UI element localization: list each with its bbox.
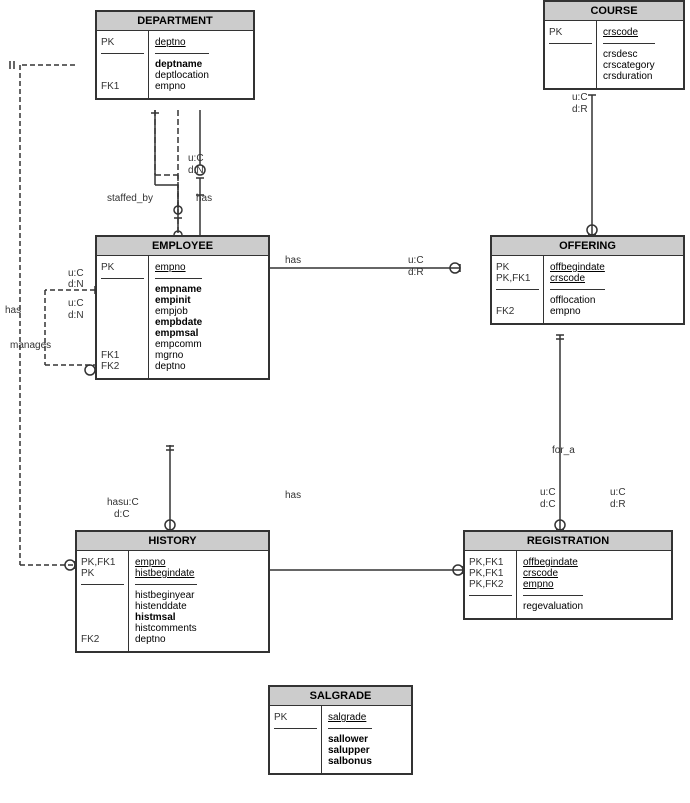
course-crscategory: crscategory <box>603 60 655 71</box>
off-empno: empno <box>550 306 605 317</box>
emp-empno: empno <box>155 262 202 273</box>
label-dr-emp-off: d:R <box>408 267 424 278</box>
emp-empinit: empinit <box>155 295 202 306</box>
reg-pk3-key: PK,FK2 <box>469 579 512 590</box>
sal-salupper: salupper <box>328 745 372 756</box>
dept-deptlocation: deptlocation <box>155 70 209 81</box>
course-crsduration: crsduration <box>603 71 655 82</box>
label-for-a: for_a <box>552 445 575 456</box>
hist-histcomments: histcomments <box>135 623 197 634</box>
registration-title: REGISTRATION <box>465 532 671 551</box>
entity-department: DEPARTMENT PK FK1 deptno dept <box>95 10 255 100</box>
salgrade-title: SALGRADE <box>270 687 411 706</box>
hist-histbegindate: histbegindate <box>135 568 197 579</box>
label-uc-reg1: u:C <box>540 487 556 498</box>
dept-pk-key: PK <box>101 37 144 48</box>
reg-crscode: crscode <box>523 568 583 579</box>
dept-deptno: deptno <box>155 37 209 48</box>
department-title: DEPARTMENT <box>97 12 253 31</box>
entity-registration: REGISTRATION PK,FK1 PK,FK1 PK,FK2 offbeg… <box>463 530 673 620</box>
dept-fk1-key: FK1 <box>101 81 144 92</box>
emp-empjob: empjob <box>155 306 202 317</box>
emp-empcomm: empcomm <box>155 339 202 350</box>
label-has-hist-reg: has <box>285 490 301 501</box>
emp-pk-key: PK <box>101 262 144 273</box>
off-pk2-key: PK,FK1 <box>496 273 539 284</box>
hist-pk2-key: PK <box>81 568 124 579</box>
label-dn-has-top: d:N <box>188 165 204 176</box>
label-dc: d:C <box>114 509 130 520</box>
off-pk1-key: PK <box>496 262 539 273</box>
label-uc-emp-off: u:C <box>408 255 424 266</box>
reg-offbegindate: offbegindate <box>523 557 583 568</box>
label-uc-reg2: u:C <box>610 487 626 498</box>
hist-pk1-key: PK,FK1 <box>81 557 124 568</box>
hist-empno: empno <box>135 557 197 568</box>
entity-employee: EMPLOYEE PK FK1 FK2 <box>95 235 270 380</box>
label-dc-reg1: d:C <box>540 499 556 510</box>
offering-title: OFFERING <box>492 237 683 256</box>
reg-pk2-key: PK,FK1 <box>469 568 512 579</box>
reg-empno: empno <box>523 579 583 590</box>
dept-empno: empno <box>155 81 209 92</box>
course-crsdesc: crsdesc <box>603 49 655 60</box>
entity-course: COURSE PK crscode crsdesc <box>543 0 685 90</box>
hist-histbeginyear: histbeginyear <box>135 590 197 601</box>
label-hasu-c: hasu:C <box>107 497 139 508</box>
reg-pk1-key: PK,FK1 <box>469 557 512 568</box>
course-pk-key: PK <box>549 27 592 38</box>
emp-fk2-key: FK2 <box>101 361 144 372</box>
label-uc-course-off: u:C <box>572 92 588 103</box>
off-offbegindate: offbegindate <box>550 262 605 273</box>
emp-deptno: deptno <box>155 361 202 372</box>
dept-deptname: deptname <box>155 59 209 70</box>
sal-salgrade: salgrade <box>328 712 372 723</box>
label-uc-manages: u:C <box>68 298 84 309</box>
employee-title: EMPLOYEE <box>97 237 268 256</box>
erd-diagram: DEPARTMENT PK FK1 deptno dept <box>0 0 690 803</box>
label-has-emp-off: has <box>285 255 301 266</box>
label-has-left: has <box>5 305 21 316</box>
entity-history: HISTORY PK,FK1 PK FK2 empno <box>75 530 270 653</box>
hist-deptno: deptno <box>135 634 197 645</box>
emp-empmsal: empmsal <box>155 328 202 339</box>
label-dr-reg2: d:R <box>610 499 626 510</box>
hist-histenddate: histenddate <box>135 601 197 612</box>
hist-fk2-key: FK2 <box>81 634 124 645</box>
relationship-lines <box>0 0 690 803</box>
emp-mgrno: mgrno <box>155 350 202 361</box>
label-has-dept-emp: has <box>196 193 212 204</box>
label-manages: manages <box>10 340 51 351</box>
sal-pk-key: PK <box>274 712 317 723</box>
off-offlocation: offlocation <box>550 295 605 306</box>
label-uc-has-top: u:C <box>188 153 204 164</box>
emp-empname: empname <box>155 284 202 295</box>
off-crscode: crscode <box>550 273 605 284</box>
label-dn-dept: d:N <box>68 279 84 290</box>
emp-empbdate: empbdate <box>155 317 202 328</box>
sal-sallower: sallower <box>328 734 372 745</box>
label-dr-course-off: d:R <box>572 104 588 115</box>
entity-offering: OFFERING PK PK,FK1 FK2 offbegindate crsc… <box>490 235 685 325</box>
sal-salbonus: salbonus <box>328 756 372 767</box>
history-title: HISTORY <box>77 532 268 551</box>
course-crscode: crscode <box>603 27 655 38</box>
reg-regevaluation: regevaluation <box>523 601 583 612</box>
entity-salgrade: SALGRADE PK salgrade sallow <box>268 685 413 775</box>
emp-fk1-key: FK1 <box>101 350 144 361</box>
course-title: COURSE <box>545 2 683 21</box>
label-uc-dept: u:C <box>68 268 84 279</box>
label-dn-manages: d:N <box>68 310 84 321</box>
label-staffed-by: staffed_by <box>107 193 153 204</box>
off-fk2-key: FK2 <box>496 306 539 317</box>
hist-histmsal: histmsal <box>135 612 197 623</box>
